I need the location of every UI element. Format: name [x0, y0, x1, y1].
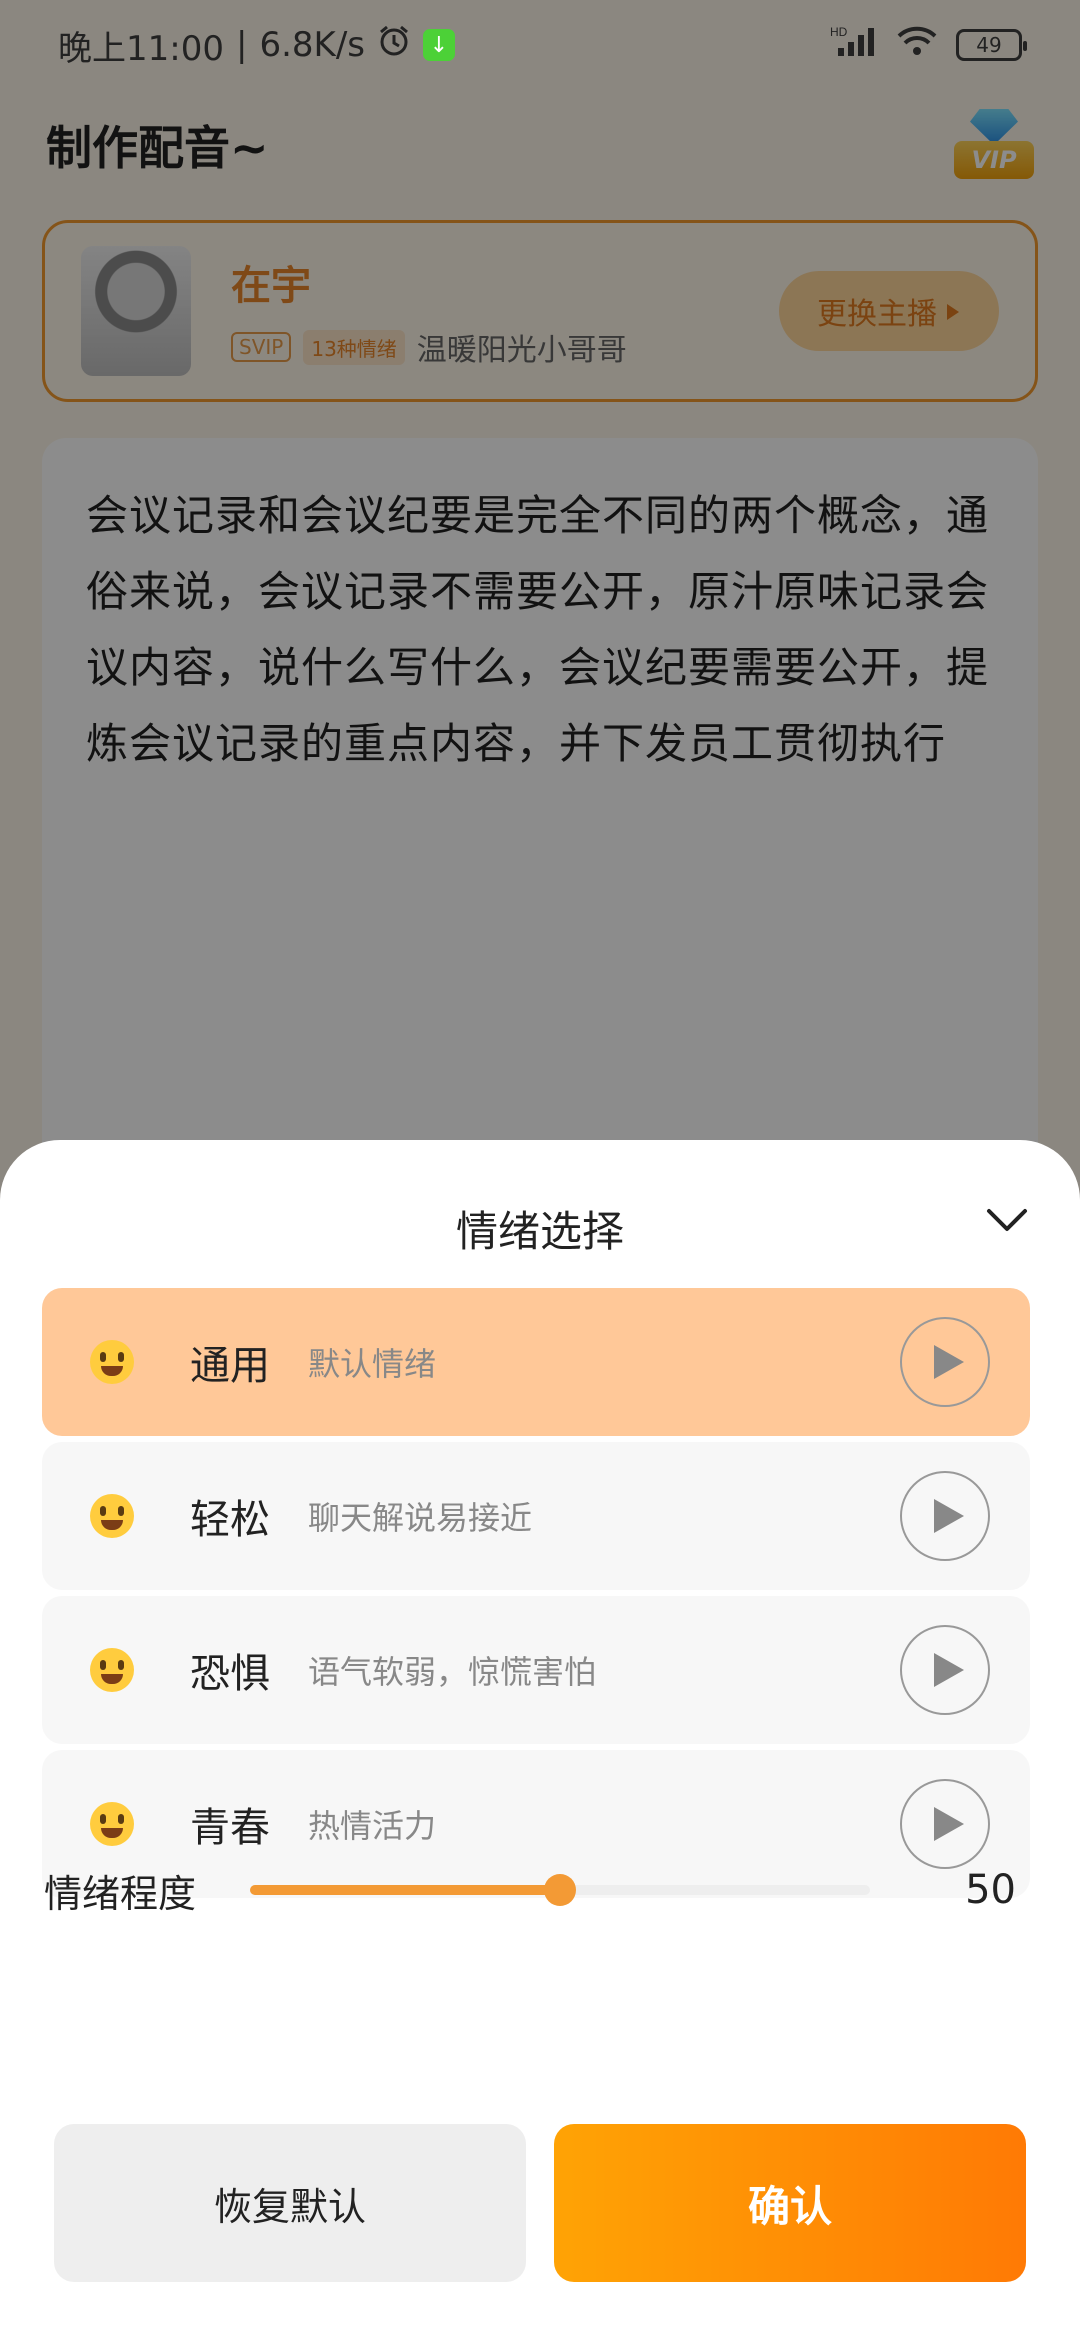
confirm-button[interactable]: 确认: [554, 2124, 1026, 2282]
network-speed: 6.8K/s: [259, 25, 365, 65]
svg-text:HD: HD: [830, 25, 848, 39]
reset-button[interactable]: 恢复默认: [54, 2124, 526, 2282]
play-button[interactable]: [900, 1317, 990, 1407]
emotion-item-relaxed[interactable]: 轻松 聊天解说易接近: [42, 1442, 1030, 1590]
action-buttons: 恢复默认 确认: [54, 2124, 1026, 2282]
intensity-slider[interactable]: [250, 1874, 870, 1906]
slider-fill: [250, 1885, 560, 1895]
play-icon: [934, 1499, 964, 1533]
play-button[interactable]: [900, 1625, 990, 1715]
chevron-down-icon[interactable]: [982, 1200, 1032, 1240]
intensity-value: 50: [965, 1867, 1016, 1913]
wifi-icon: [896, 24, 938, 67]
laughing-face-icon: [90, 1494, 134, 1538]
emotion-item-fear[interactable]: 恐惧 语气软弱，惊慌害怕: [42, 1596, 1030, 1744]
emotion-list: 通用 默认情绪 轻松 聊天解说易接近 恐惧 语气软弱，惊慌害怕 青春 热情活力: [42, 1288, 1030, 1904]
download-icon: ↓: [423, 29, 455, 61]
status-left: 晚上11:00 | 6.8K/s ↓: [58, 21, 455, 70]
play-icon: [934, 1653, 964, 1687]
astonished-face-icon: [90, 1648, 134, 1692]
play-button[interactable]: [900, 1471, 990, 1561]
intensity-label: 情绪程度: [44, 1871, 197, 1916]
emotion-name: 恐惧: [190, 1651, 270, 1697]
emotion-desc: 语气软弱，惊慌害怕: [308, 1653, 597, 1691]
battery-icon: 49: [956, 29, 1027, 61]
status-separator: |: [235, 25, 248, 65]
status-time: 晚上11:00: [58, 28, 224, 69]
emotion-desc: 聊天解说易接近: [308, 1499, 533, 1537]
slider-thumb[interactable]: [544, 1874, 576, 1906]
play-icon: [934, 1345, 964, 1379]
alarm-icon: [377, 24, 411, 67]
emotion-desc: 默认情绪: [308, 1345, 437, 1383]
sheet-title: 情绪选择: [455, 1207, 624, 1256]
emotion-name: 轻松: [190, 1497, 270, 1543]
status-right: HD 49: [830, 24, 1027, 67]
emotion-name: 通用: [190, 1343, 270, 1389]
grinning-face-icon: [90, 1340, 134, 1384]
intensity-row: 情绪程度 50: [44, 1840, 1044, 1940]
status-bar: 晚上11:00 | 6.8K/s ↓ HD 49: [0, 0, 1080, 90]
signal-icon: HD: [830, 24, 878, 67]
emotion-item-general[interactable]: 通用 默认情绪: [42, 1288, 1030, 1436]
play-icon: [934, 1807, 964, 1841]
